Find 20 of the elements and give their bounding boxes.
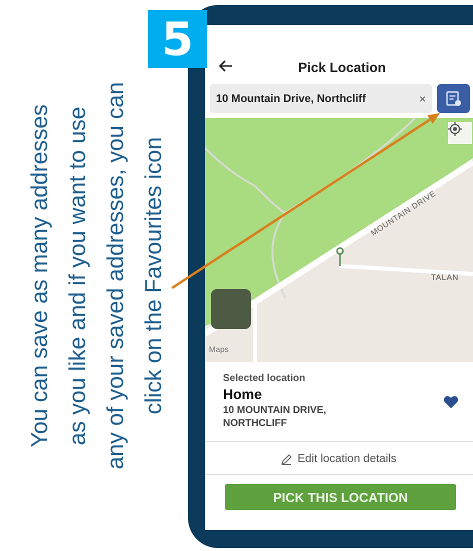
screen-title: Pick Location: [298, 60, 386, 74]
address-search-field[interactable]: 10 Mountain Drive, Northcliff ×: [210, 84, 432, 113]
step-number-badge: 5: [148, 10, 207, 68]
crosshair-icon: [448, 122, 462, 136]
locate-button[interactable]: [448, 122, 472, 144]
instruction-text: You can save as many addresses as you like and if you want to use any of your saved addresses, you can click on the Favourites icon: [25, 82, 167, 470]
heart-icon[interactable]: [444, 396, 458, 408]
clear-icon[interactable]: ×: [418, 92, 426, 106]
location-name: Home: [223, 386, 263, 402]
pencil-icon: [281, 454, 292, 464]
location-address: 10 MOUNTAIN DRIVE, NORTHCLIFF: [223, 404, 328, 430]
favourites-button[interactable]: [437, 84, 470, 113]
section-label: Selected location: [223, 373, 306, 384]
edit-location-link[interactable]: Edit location details: [281, 453, 397, 465]
maps-attribution: Maps: [209, 345, 229, 354]
map-pin-icon: [336, 247, 344, 266]
satellite-view-thumbnail[interactable]: [211, 289, 251, 329]
street-label: TALAN: [431, 273, 459, 282]
back-arrow-icon[interactable]: [219, 60, 233, 72]
saved-list-icon: [445, 90, 462, 107]
